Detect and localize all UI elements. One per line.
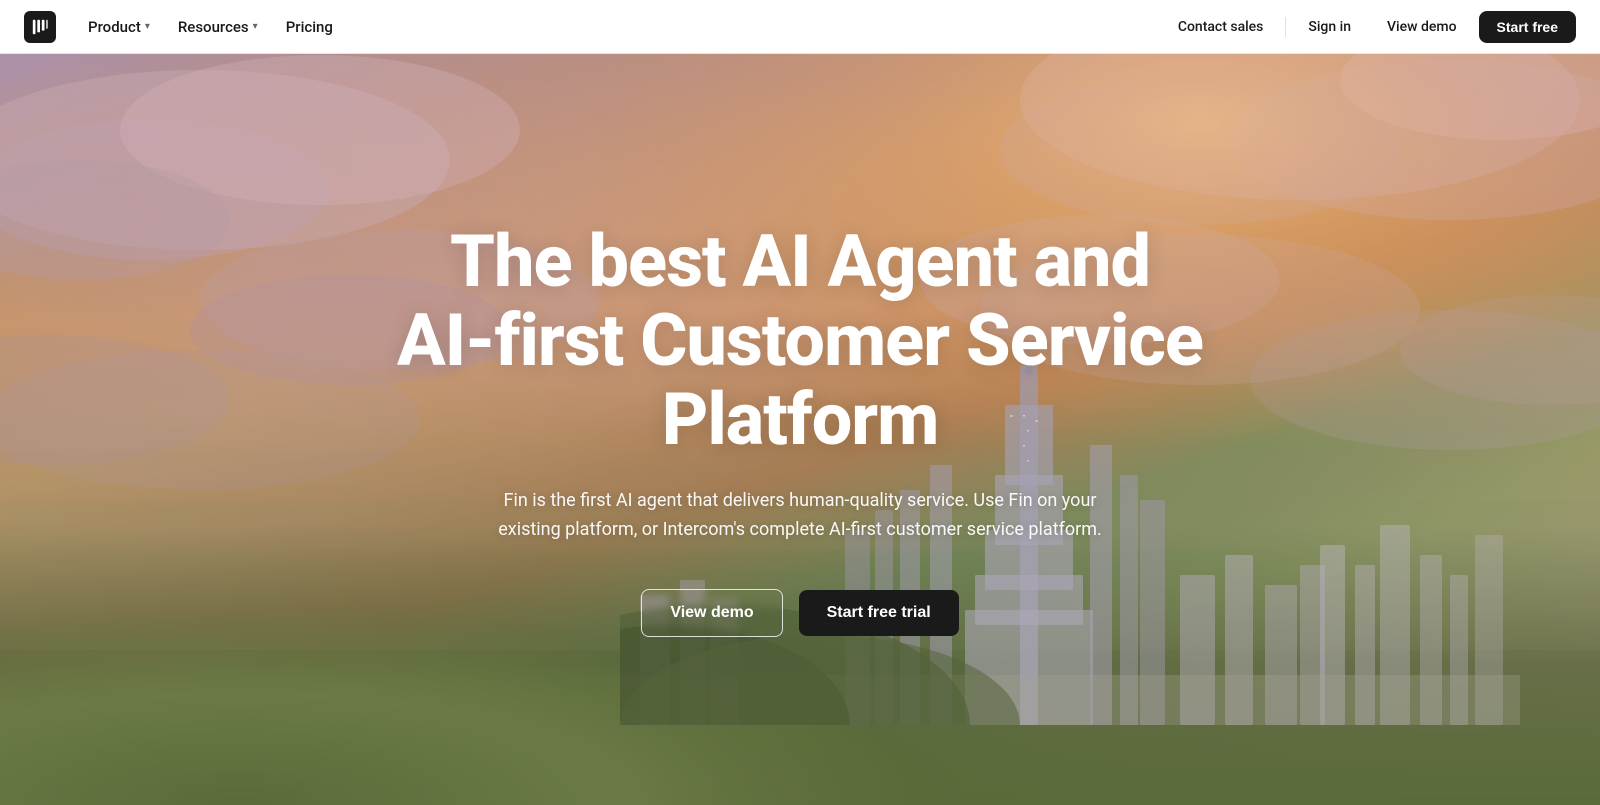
product-chevron-icon: ▾ bbox=[145, 21, 150, 32]
hero-title: The best AI Agent and AI-first Customer … bbox=[390, 222, 1210, 460]
pricing-label: Pricing bbox=[286, 18, 333, 36]
nav-left: Product ▾ Resources ▾ Pricing bbox=[76, 12, 1164, 42]
hero-section: The best AI Agent and AI-first Customer … bbox=[0, 0, 1600, 805]
nav-item-product[interactable]: Product ▾ bbox=[76, 12, 162, 42]
contact-sales-link[interactable]: Contact sales bbox=[1164, 13, 1278, 41]
hero-title-line1: The best AI Agent and bbox=[450, 219, 1150, 304]
hero-buttons: View demo Start free trial bbox=[390, 589, 1210, 637]
product-label: Product bbox=[88, 18, 141, 36]
nav-item-pricing[interactable]: Pricing bbox=[274, 12, 345, 42]
resources-chevron-icon: ▾ bbox=[253, 21, 258, 32]
hero-content: The best AI Agent and AI-first Customer … bbox=[350, 168, 1250, 637]
navbar: Product ▾ Resources ▾ Pricing Contact sa… bbox=[0, 0, 1600, 54]
hero-subtitle: Fin is the first AI agent that delivers … bbox=[480, 487, 1120, 545]
start-free-button[interactable]: Start free bbox=[1479, 11, 1576, 43]
nav-divider bbox=[1285, 17, 1286, 37]
sign-in-link[interactable]: Sign in bbox=[1294, 13, 1365, 41]
start-free-trial-button[interactable]: Start free trial bbox=[799, 590, 959, 636]
nav-right: Contact sales Sign in View demo Start fr… bbox=[1164, 11, 1576, 43]
view-demo-button[interactable]: View demo bbox=[641, 589, 782, 637]
logo[interactable] bbox=[24, 11, 56, 43]
hero-title-line2: AI-first Customer Service Platform bbox=[397, 298, 1203, 462]
nav-item-resources[interactable]: Resources ▾ bbox=[166, 12, 270, 42]
resources-label: Resources bbox=[178, 18, 249, 36]
view-demo-nav-link[interactable]: View demo bbox=[1373, 13, 1471, 41]
